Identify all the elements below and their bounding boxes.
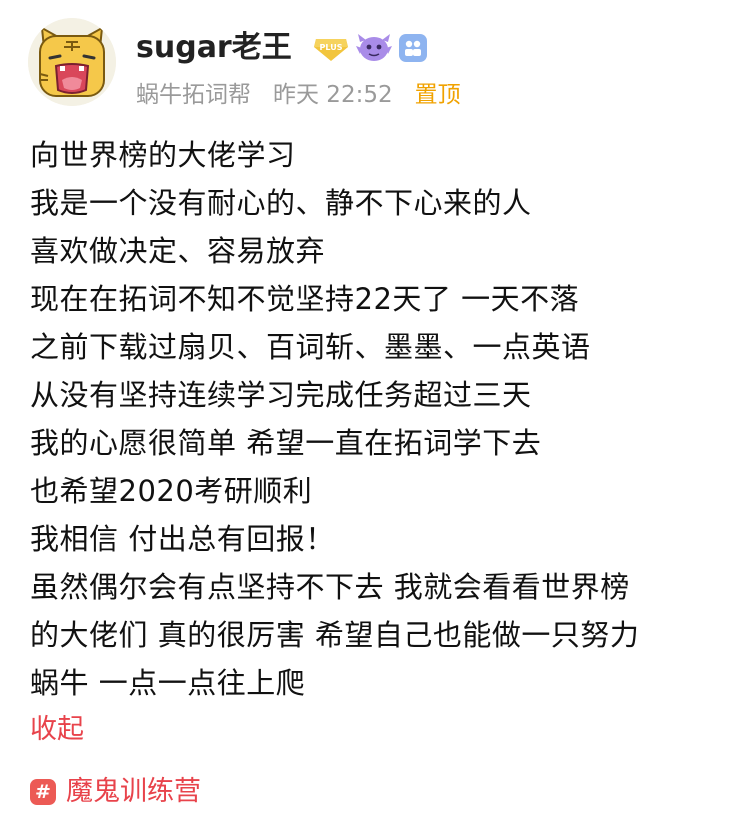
post-line: 的大佬们 真的很厉害 希望自己也能做一只努力	[30, 618, 640, 652]
monster-badge-icon[interactable]	[354, 32, 394, 64]
topic-label: 魔鬼训练营	[66, 776, 201, 807]
post-line: 现在在拓词不知不觉坚持22天了 一天不落	[30, 282, 580, 316]
plus-badge-icon[interactable]: PLUS	[312, 33, 350, 63]
badge-group: PLUS	[312, 32, 432, 64]
plus-badge-text: PLUS	[319, 43, 342, 52]
source-label[interactable]: 蜗牛拓词帮	[136, 75, 251, 109]
username-row: sugar老王 PLUS	[136, 28, 432, 68]
post-line: 之前下载过扇贝、百词斩、墨墨、一点英语	[30, 330, 591, 364]
topic-tag[interactable]: # 魔鬼训练营	[30, 772, 201, 812]
post-body: 向世界榜的大佬学习 我是一个没有耐心的、静不下心来的人 喜欢做决定、容易放弃 现…	[30, 131, 730, 707]
post-line: 从没有坚持连续学习完成任务超过三天	[30, 378, 532, 412]
post-line: 虽然偶尔会有点坚持不下去 我就会看看世界榜	[30, 570, 630, 604]
post-line: 我是一个没有耐心的、静不下心来的人	[30, 186, 532, 220]
group-badge-icon[interactable]	[398, 33, 428, 63]
post-line: 蜗牛 一点一点往上爬	[30, 666, 306, 700]
collapse-button[interactable]: 收起	[30, 710, 84, 750]
hashtag-icon: #	[30, 779, 56, 805]
post-header: sugar老王 PLUS 蜗牛拓词帮 昨天 22:52 置顶	[28, 18, 728, 114]
post-time: 昨天 22:52	[273, 82, 393, 108]
avatar[interactable]	[28, 18, 116, 106]
post-line: 也希望2020考研顺利	[30, 474, 313, 508]
post-meta: 蜗牛拓词帮 昨天 22:52 置顶	[136, 76, 461, 108]
tiger-avatar-icon	[28, 18, 116, 106]
pinned-badge: 置顶	[414, 82, 461, 108]
username[interactable]: sugar老王	[136, 28, 292, 68]
post-line: 喜欢做决定、容易放弃	[30, 234, 326, 268]
post-line: 我的心愿很简单 希望一直在拓词学下去	[30, 426, 542, 460]
post-line: 向世界榜的大佬学习	[30, 138, 296, 172]
post-line: 我相信 付出总有回报！	[30, 522, 335, 556]
